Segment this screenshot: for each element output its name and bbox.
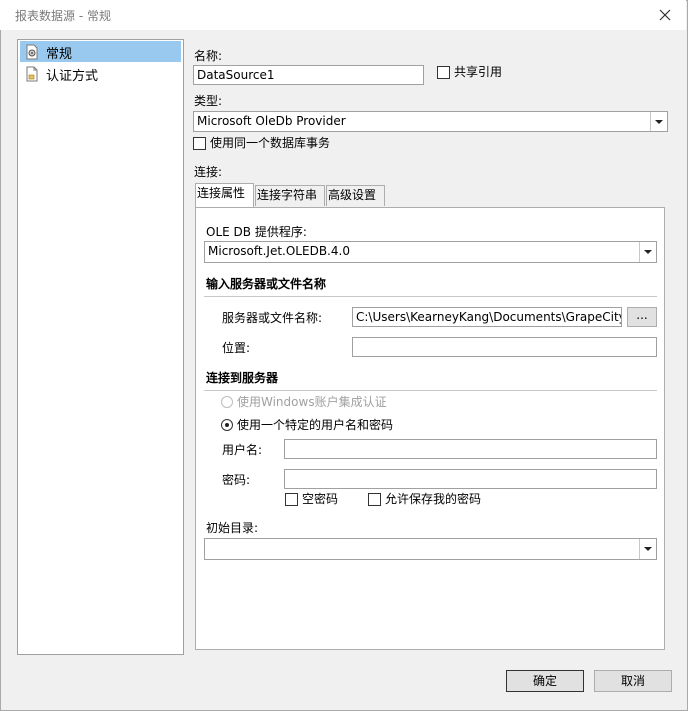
document-icon [26, 66, 38, 82]
tab-label: 高级设置 [328, 188, 377, 202]
nav-item-label: 常规 [46, 47, 73, 62]
initial-catalog-label: 初始目录: [206, 521, 259, 535]
connection-label: 连接: [194, 165, 223, 179]
empty-password-label: 空密码 [302, 492, 339, 506]
name-label: 名称: [194, 49, 223, 63]
server-label: 服务器或文件名称: [222, 311, 323, 325]
username-input[interactable] [284, 439, 657, 459]
specific-auth-radio[interactable] [221, 419, 233, 431]
gear-document-icon [26, 44, 38, 60]
shared-ref-label: 共享引用 [454, 65, 503, 79]
tab-advanced-settings[interactable]: 高级设置 [326, 185, 385, 206]
initial-catalog-select[interactable] [204, 538, 657, 560]
nav-list[interactable]: 常规 认证方式 [17, 39, 184, 655]
browse-button[interactable]: ... [627, 307, 657, 327]
close-button[interactable] [655, 5, 675, 25]
tab-label: 连接字符串 [257, 188, 318, 202]
separator [204, 390, 657, 391]
close-icon [659, 9, 671, 21]
nav-item-auth[interactable]: 认证方式 [20, 63, 181, 84]
shared-ref-checkbox[interactable] [437, 66, 450, 79]
type-label: 类型: [194, 94, 223, 108]
title-bar[interactable]: 报表数据源 - 常规 [0, 0, 686, 30]
type-select[interactable]: Microsoft OleDb Provider [193, 111, 668, 132]
connect-section-heading: 连接到服务器 [206, 371, 279, 385]
chevron-down-icon[interactable] [639, 539, 656, 559]
ok-button[interactable]: 确定 [506, 670, 584, 692]
windows-auth-radio[interactable] [221, 396, 233, 408]
provider-select-value: Microsoft.Jet.OLEDB.4.0 [208, 244, 350, 258]
chevron-down-icon[interactable] [639, 242, 656, 262]
same-transaction-label: 使用同一个数据库事务 [210, 136, 331, 150]
windows-auth-label: 使用Windows账户集成认证 [237, 395, 387, 409]
nav-item-label: 认证方式 [46, 69, 99, 84]
name-input[interactable]: DataSource1 [193, 65, 424, 85]
server-input[interactable]: C:\Users\KearneyKang\Documents\GrapeCity… [352, 307, 622, 327]
empty-password-checkbox[interactable] [285, 493, 298, 506]
server-section-heading: 输入服务器或文件名称 [206, 277, 327, 291]
tab-connection-string[interactable]: 连接字符串 [255, 185, 325, 206]
specific-auth-label: 使用一个特定的用户名和密码 [237, 418, 394, 432]
location-label: 位置: [222, 341, 251, 355]
location-input[interactable] [352, 337, 657, 357]
username-label: 用户名: [222, 443, 263, 457]
cancel-button[interactable]: 取消 [594, 670, 672, 692]
save-password-label: 允许保存我的密码 [385, 492, 482, 506]
window-title: 报表数据源 - 常规 [15, 9, 111, 23]
password-label: 密码: [222, 473, 251, 487]
tab-connection-properties[interactable]: 连接属性 [195, 183, 254, 207]
save-password-checkbox[interactable] [368, 493, 381, 506]
same-transaction-checkbox[interactable] [193, 137, 206, 150]
chevron-down-icon[interactable] [650, 112, 667, 131]
separator [204, 296, 657, 297]
nav-item-general[interactable]: 常规 [20, 41, 181, 62]
tab-label: 连接属性 [197, 186, 246, 200]
type-select-value: Microsoft OleDb Provider [197, 114, 346, 128]
provider-select[interactable]: Microsoft.Jet.OLEDB.4.0 [204, 241, 657, 263]
password-input[interactable] [284, 469, 657, 489]
provider-label: OLE DB 提供程序: [206, 225, 307, 239]
